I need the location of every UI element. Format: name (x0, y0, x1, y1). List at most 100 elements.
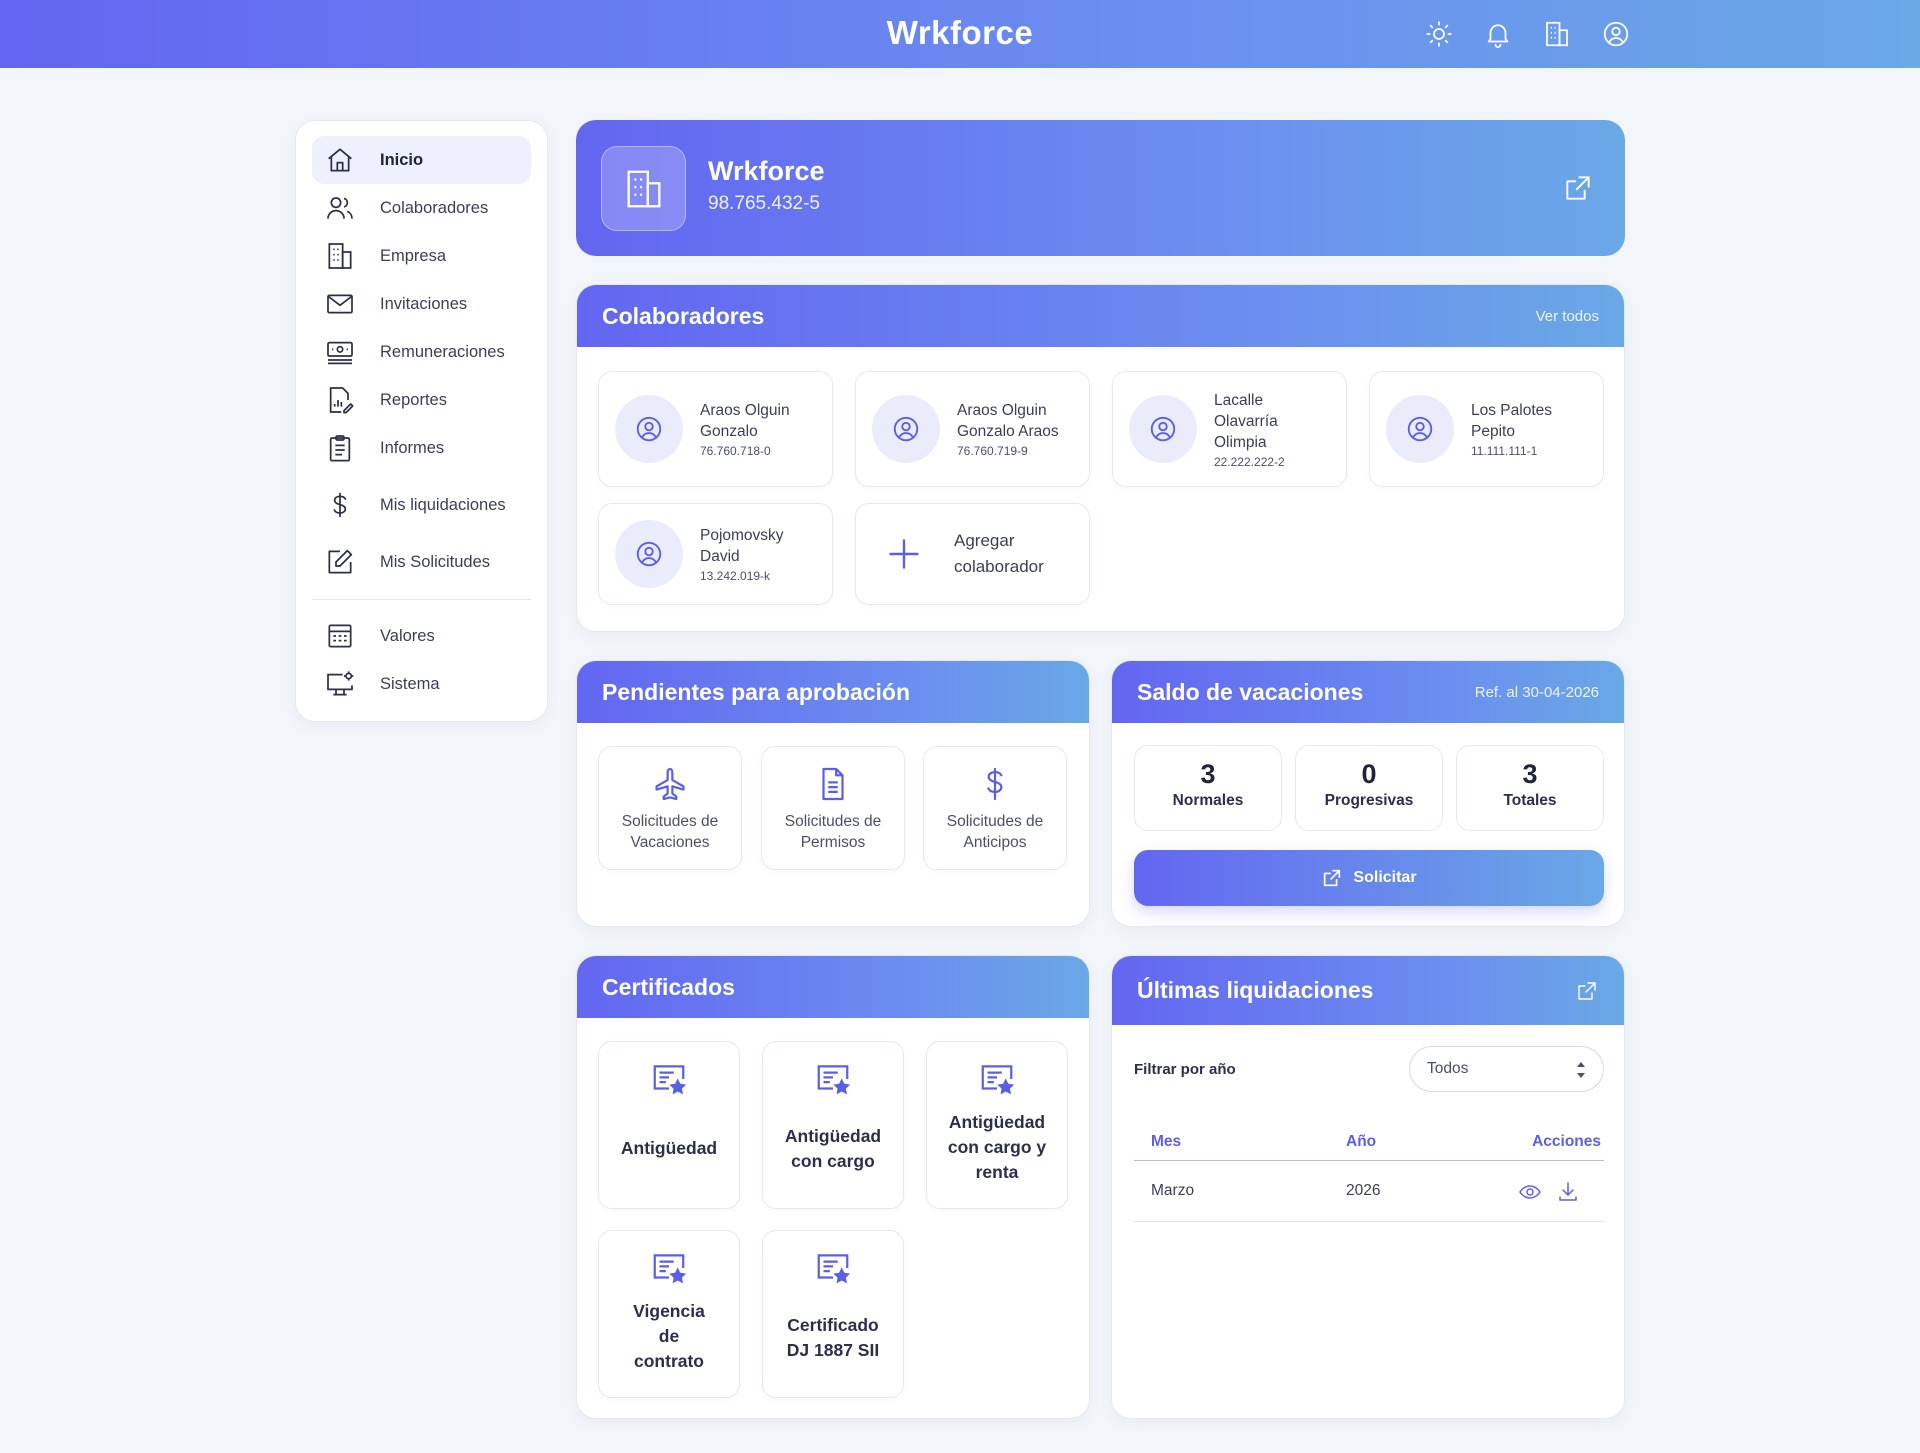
mail-icon (327, 294, 353, 314)
building-icon[interactable] (1542, 19, 1572, 49)
certificate-icon (817, 1065, 851, 1095)
table-header: Mes Año Acciones (1134, 1121, 1604, 1161)
collaborator-card[interactable]: Los Palotes Pepito 11.111.111-1 (1369, 371, 1604, 487)
sidebar-item-mis-liquidaciones[interactable]: Mis liquidaciones (312, 472, 531, 538)
certificate-label: Certificado DJ 1887 SII (786, 1315, 880, 1360)
stat-progresivas: 0 Progresivas (1295, 745, 1443, 831)
download-icon[interactable] (1556, 1180, 1580, 1204)
top-bar: Wrkforce (0, 0, 1920, 68)
sidebar-item-valores[interactable]: Valores (312, 612, 531, 660)
colaboradores-card: Colaboradores Ver todos Araos Olguin Gon… (576, 284, 1625, 632)
stat-label: Normales (1172, 792, 1244, 809)
sidebar-item-remuneraciones[interactable]: Remuneraciones (312, 328, 531, 376)
edit-icon (328, 549, 353, 574)
stat-label: Progresivas (1324, 792, 1414, 809)
liquidaciones-card: Últimas liquidaciones Filtrar por año To… (1111, 955, 1625, 1419)
sidebar-item-label: Valores (380, 627, 435, 645)
solicitudes-permisos-tile[interactable]: Solicitudes de Permisos (761, 746, 905, 870)
card-header: Saldo de vacaciones Ref. al 30-04-2026 (1112, 661, 1624, 723)
card-title: Colaboradores (602, 302, 765, 329)
eye-icon[interactable] (1518, 1180, 1542, 1204)
plus-icon (889, 539, 919, 569)
certificate-tile[interactable]: Certificado DJ 1887 SII (762, 1230, 904, 1398)
sidebar-item-reportes[interactable]: Reportes (312, 376, 531, 424)
sidebar-item-label: Invitaciones (380, 295, 468, 313)
company-logo (601, 146, 686, 231)
certificados-card: Certificados Antigüedad Antigüedad con c… (576, 955, 1090, 1419)
solicitudes-vacaciones-tile[interactable]: Solicitudes de Vacaciones (598, 746, 742, 870)
certificate-label: Antigüedad con cargo (784, 1126, 882, 1171)
sidebar-item-mis-solicitudes[interactable]: Mis Solicitudes (312, 538, 531, 586)
collaborator-rut: 76.760.718-0 (700, 444, 771, 458)
card-header: Colaboradores Ver todos (577, 285, 1624, 347)
sidebar-item-inicio[interactable]: Inicio (312, 136, 531, 184)
sidebar-item-colaboradores[interactable]: Colaboradores (312, 184, 531, 232)
tile-label: Solicitudes de Anticipos (946, 813, 1044, 851)
external-link-icon[interactable] (1575, 979, 1599, 1003)
cash-icon (327, 341, 353, 365)
avatar (1386, 395, 1454, 463)
avatar (615, 395, 683, 463)
table-row: Marzo 2026 (1134, 1162, 1604, 1222)
company-banner: Wrkforce 98.765.432-5 (576, 120, 1625, 256)
collaborator-card[interactable]: Pojomovsky David 13.242.019-k (598, 503, 833, 605)
pendientes-card: Pendientes para aprobación Solicitudes d… (576, 660, 1090, 927)
sidebar-item-label: Reportes (380, 391, 447, 409)
avatar (615, 520, 683, 588)
certificate-tile[interactable]: Antigüedad (598, 1041, 740, 1209)
sidebar-item-label: Colaboradores (380, 199, 489, 217)
external-link-icon (1324, 869, 1341, 887)
collaborator-card[interactable]: Lacalle Olavarría Olimpia 22.222.222-2 (1112, 371, 1347, 487)
certificate-tile[interactable]: Antigüedad con cargo y renta (926, 1041, 1068, 1209)
solicitar-label: Solicitar (1353, 869, 1417, 886)
user-circle-icon (893, 416, 919, 442)
add-collaborator-button[interactable]: Agregar colaborador (855, 503, 1090, 605)
card-title: Pendientes para aprobación (602, 678, 911, 705)
collaborator-name: Pojomovsky David (700, 527, 784, 565)
sidebar-item-label: Mis liquidaciones (380, 496, 506, 514)
filter-label: Filtrar por año (1134, 1061, 1236, 1078)
certificate-tile[interactable]: Vigencia de contrato (598, 1230, 740, 1398)
sidebar-item-label: Inicio (380, 151, 424, 169)
certificate-tile[interactable]: Antigüedad con cargo (762, 1041, 904, 1209)
users-icon (327, 197, 353, 219)
sidebar-item-label: Remuneraciones (380, 343, 505, 361)
document-icon (822, 767, 844, 801)
card-header: Pendientes para aprobación (577, 661, 1089, 723)
sidebar-item-informes[interactable]: Informes (312, 424, 531, 472)
dollar-icon (987, 767, 1003, 801)
ver-todos-link[interactable]: Ver todos (1536, 308, 1599, 325)
collaborator-card[interactable]: Araos Olguin Gonzalo 76.760.718-0 (598, 371, 833, 487)
calculator-icon (328, 624, 352, 648)
tile-label: Solicitudes de Permisos (784, 813, 882, 851)
certificate-label: Vigencia de contrato (633, 1301, 705, 1371)
collaborator-rut: 22.222.222-2 (1214, 454, 1285, 469)
sidebar-item-label: Informes (380, 439, 445, 457)
sidebar-item-invitaciones[interactable]: Invitaciones (312, 280, 531, 328)
stat-totales: 3 Totales (1456, 745, 1604, 831)
certificate-icon (653, 1254, 687, 1284)
collaborator-rut: 76.760.719-9 (957, 444, 1028, 458)
sidebar: Inicio Colaboradores Empresa Invitacione… (295, 120, 548, 722)
certificate-icon (653, 1065, 687, 1095)
collaborator-card[interactable]: Araos Olguin Gonzalo Araos 76.760.719-9 (855, 371, 1090, 487)
sidebar-item-empresa[interactable]: Empresa (312, 232, 531, 280)
tile-label: Solicitudes de Vacaciones (621, 813, 719, 851)
app-logo[interactable]: Wrkforce (0, 14, 1920, 52)
clipboard-icon (329, 435, 351, 462)
certificate-icon (981, 1065, 1015, 1095)
sidebar-item-sistema[interactable]: Sistema (312, 660, 531, 708)
bell-icon[interactable] (1483, 19, 1513, 49)
monitor-settings-icon (327, 671, 354, 696)
user-circle-icon[interactable] (1601, 19, 1631, 49)
company-rut: 98.765.432-5 (708, 193, 820, 214)
user-circle-icon (636, 416, 662, 442)
external-link-icon[interactable] (1562, 172, 1594, 204)
sidebar-divider (312, 599, 531, 600)
solicitar-button[interactable]: Solicitar (1134, 850, 1604, 906)
building-icon (627, 170, 660, 207)
card-header: Últimas liquidaciones (1112, 956, 1624, 1025)
year-filter-select[interactable]: Todos (1409, 1046, 1604, 1092)
sun-icon[interactable] (1424, 19, 1454, 49)
solicitudes-anticipos-tile[interactable]: Solicitudes de Anticipos (923, 746, 1067, 870)
